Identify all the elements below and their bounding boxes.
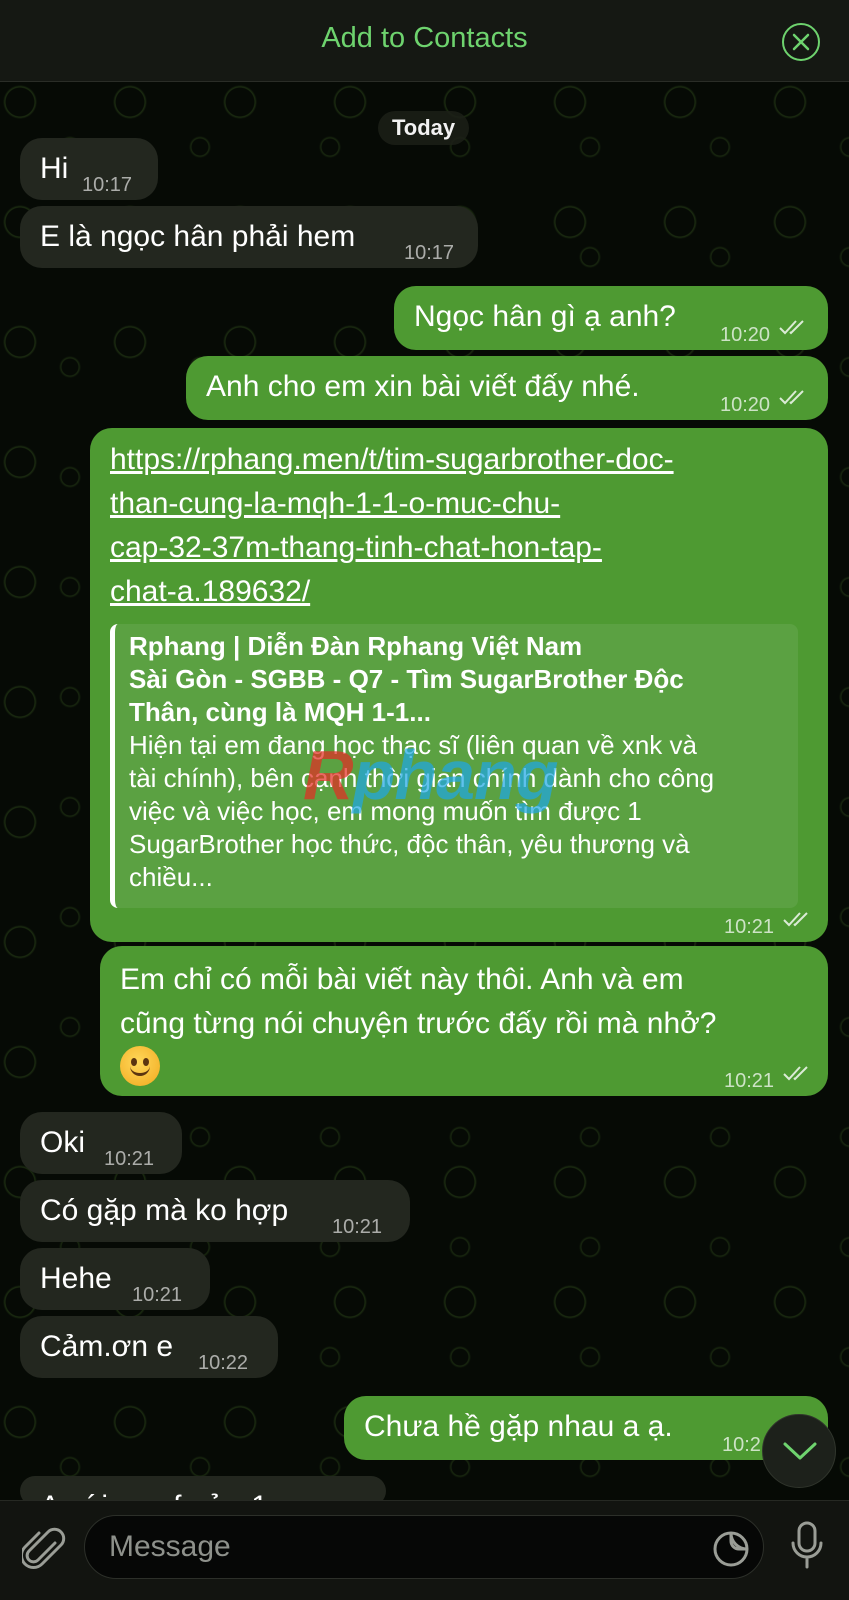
link-line: than-cung-la-mqh-1-1-o-muc-chu- [110, 487, 561, 520]
message-time: 10:21 [132, 1284, 183, 1306]
message-text: Cảm.ơn e [40, 1330, 174, 1363]
message-time: 10:21 [332, 1216, 383, 1238]
read-checkmarks-icon [783, 912, 808, 927]
date-separator: Today [378, 111, 470, 145]
composer-bar [0, 1500, 849, 1600]
message-text: Ngọc hân gì ạ anh? [414, 300, 676, 333]
message-text: Anh cho em xin bài viết đấy nhé. [206, 370, 640, 403]
preview-description-line: tài chính), bên cạnh thời gian chính dàn… [129, 763, 715, 793]
message-input-wrapper [84, 1515, 764, 1579]
message-incoming[interactable]: Oki 10:21 [20, 1112, 182, 1174]
scroll-down-button[interactable] [762, 1414, 836, 1488]
message-text: Oki [40, 1126, 85, 1159]
message-outgoing[interactable]: Anh cho em xin bài viết đấy nhé. 10:20 [186, 356, 828, 420]
message-time: 10:20 [720, 324, 771, 346]
message-text: Có gặp mà ko hợp [40, 1194, 289, 1227]
message-incoming[interactable]: Cảm.ơn e 10:22 [20, 1316, 278, 1378]
link-url[interactable]: https://rphang.men/t/tim-sugarbrother-do… [110, 438, 810, 614]
message-incoming[interactable]: E là ngọc hân phải hem 10:17 [20, 206, 478, 268]
message-text: Chưa hề gặp nhau a ạ. [364, 1410, 673, 1443]
read-checkmarks-icon [783, 1066, 808, 1081]
paperclip-icon[interactable] [22, 1525, 66, 1575]
message-text: E là ngọc hân phải hem [40, 220, 356, 253]
top-bar: Add to Contacts [0, 0, 849, 82]
message-time: 10:17 [404, 242, 455, 264]
preview-site-name: Rphang | Diễn Đàn Rphang Việt Nam [129, 631, 583, 661]
link-line: cap-32-37m-thang-tinh-chat-hon-tap- [110, 531, 602, 564]
message-incoming[interactable]: Hi 10:17 [20, 138, 158, 200]
link-line: https://rphang.men/t/tim-sugarbrother-do… [110, 443, 674, 476]
message-text: Hi [40, 152, 69, 185]
microphone-icon[interactable] [790, 1521, 824, 1573]
link-line: chat-a.189632/ [110, 575, 311, 608]
message-outgoing-link[interactable]: https://rphang.men/t/tim-sugarbrother-do… [90, 428, 828, 942]
message-incoming[interactable]: Có gặp mà ko hợp 10:21 [20, 1180, 410, 1242]
preview-title-line: Sài Gòn - SGBB - Q7 - Tìm SugarBrother Đ… [129, 664, 684, 694]
preview-description-line: SugarBrother học thức, độc thân, yêu thư… [129, 829, 690, 859]
read-checkmarks-icon [779, 390, 804, 405]
message-time: 10:2 [722, 1434, 761, 1456]
message-time: 10:21 [104, 1148, 155, 1170]
message-outgoing[interactable]: Em chỉ có mỗi bài viết này thôi. Anh và … [100, 946, 828, 1096]
preview-title-line: Thân, cùng là MQH 1-1... [129, 697, 431, 727]
message-input[interactable] [109, 1516, 669, 1578]
message-time: 10:17 [82, 174, 133, 196]
link-preview-card[interactable]: Rphang | Diễn Đàn Rphang Việt Nam Sài Gò… [110, 624, 798, 908]
message-time: 10:22 [198, 1352, 249, 1374]
message-outgoing[interactable]: Chưa hề gặp nhau a ạ. 10:2 [344, 1396, 828, 1460]
message-outgoing[interactable]: Ngọc hân gì ạ anh? 10:20 [394, 286, 828, 350]
message-time: 10:20 [720, 394, 771, 416]
chevron-down-icon [783, 1442, 817, 1460]
preview-description-line: việc và việc học, em mong muốn tìm được … [129, 796, 642, 826]
message-incoming[interactable]: Hehe 10:21 [20, 1248, 210, 1310]
close-icon[interactable] [782, 23, 820, 61]
sticker-icon[interactable] [711, 1529, 751, 1569]
preview-description-line: Hiện tại em đang học thạc sĩ (liên quan … [129, 730, 697, 760]
add-to-contacts-button[interactable]: Add to Contacts [0, 22, 849, 55]
message-time: 10:21 [724, 916, 775, 938]
preview-description-line: chiều... [129, 862, 213, 892]
message-text-line: cũng từng nói chuyện trước đấy rồi mà nh… [120, 1007, 717, 1040]
smiling-face-emoji-icon [120, 1046, 160, 1086]
message-text: Hehe [40, 1262, 112, 1295]
message-text-line: Em chỉ có mỗi bài viết này thôi. Anh và … [120, 963, 684, 996]
read-checkmarks-icon [779, 320, 804, 335]
message-time: 10:21 [724, 1070, 775, 1092]
